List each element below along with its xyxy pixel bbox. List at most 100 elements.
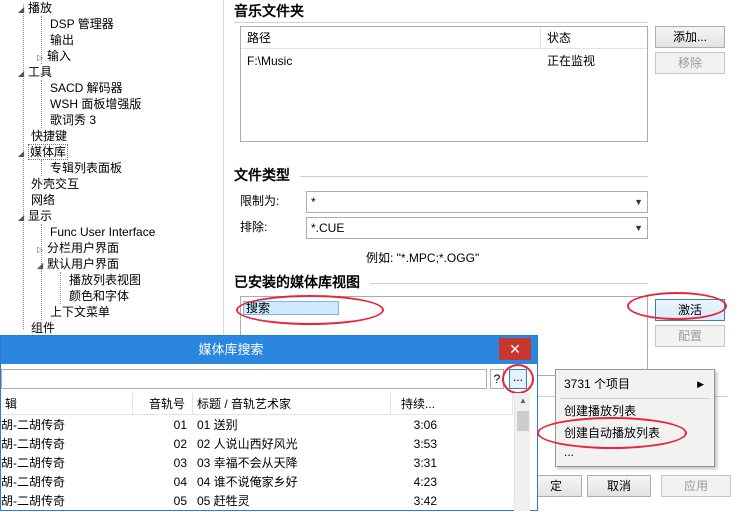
expanded-arrow-icon[interactable]: ◢ [18, 2, 28, 18]
tree-item-columns-ui[interactable]: ▷ 分栏用户界面 [37, 240, 119, 256]
scrollbar-thumb[interactable] [517, 411, 529, 431]
tree-item-default-ui[interactable]: ◢ 默认用户界面 [37, 256, 119, 272]
tree-tools-line [41, 80, 42, 128]
album-cell: 胡-二胡传奇 [1, 456, 65, 470]
add-folder-button[interactable]: 添加... [655, 26, 725, 48]
tree-item-networking[interactable]: 网络 [31, 192, 55, 208]
tree-item-shell-integration[interactable]: 外壳交互 [31, 176, 79, 192]
column-header-title-artist[interactable]: 标题 / 音轨艺术家 [193, 393, 391, 415]
search-input[interactable] [1, 369, 487, 389]
album-cell: 胡-二胡传奇 [1, 475, 65, 489]
tree-item-dsp-manager[interactable]: DSP 管理器 [50, 16, 114, 32]
results-scrollbar[interactable]: ▲ [514, 393, 530, 511]
library-search-window[interactable]: 媒体库搜索 ✕ ? ... 辑 音轨号 标题 / 音轨艺术家 持续... 胡-二… [0, 335, 538, 511]
column-header-album[interactable]: 辑 [1, 393, 133, 415]
duration-cell: 3:06 [413, 418, 437, 432]
title-cell: 04 谁不说俺家乡好 [197, 475, 298, 489]
music-folders-list[interactable]: 路径 状态 F:\Music 正在监视 [240, 26, 648, 142]
preferences-tree[interactable]: ◢ 播放 DSP 管理器 输出 ▷ 输入 ◢ 工具 SACD 解码器 WSH 面板增强… [0, 0, 224, 340]
cancel-button[interactable]: 取消 [587, 475, 651, 497]
configure-button[interactable]: 配置 [655, 325, 725, 347]
album-cell: 胡-二胡传奇 [1, 494, 65, 508]
annotation-ring-activate [627, 292, 727, 320]
column-header-path[interactable]: 路径 [241, 27, 541, 49]
tree-item-func-user-interface[interactable]: Func User Interface [50, 224, 155, 240]
column-header-status[interactable]: 状态 [541, 27, 647, 49]
tree-item-keyboard-shortcuts[interactable]: 快捷键 [31, 128, 67, 144]
table-row[interactable]: 胡-二胡传奇 04 04 谁不说俺家乡好 4:23 [1, 473, 513, 492]
folder-path: F:\Music [247, 54, 293, 68]
table-row[interactable]: 胡-二胡传奇 01 01 送别 3:06 [1, 416, 513, 435]
album-cell: 胡-二胡传奇 [1, 437, 65, 451]
column-header-duration[interactable]: 持续... [391, 393, 513, 415]
table-row[interactable]: 胡-二胡传奇 03 03 幸福不会从天降 3:31 [1, 454, 513, 473]
tree-item-output[interactable]: 输出 [50, 32, 74, 48]
search-window-titlebar[interactable]: 媒体库搜索 ✕ [1, 336, 537, 364]
expanded-arrow-icon[interactable]: ◢ [18, 66, 28, 82]
file-types-separator [300, 176, 648, 177]
exclude-combo[interactable]: *.CUE ▼ [306, 217, 648, 239]
restrict-label: 限制为: [240, 194, 280, 208]
duration-cell: 4:23 [413, 475, 437, 489]
title-cell: 05 赶牲灵 [197, 494, 250, 508]
tree-item-wsh-panel[interactable]: WSH 面板增强版 [50, 96, 141, 112]
tree-item-playback[interactable]: ◢ 播放 [18, 0, 52, 16]
folder-row[interactable]: F:\Music 正在监视 [241, 51, 647, 71]
folder-status: 正在监视 [547, 54, 596, 68]
track-cell: 01 [173, 418, 187, 432]
file-types-example: 例如: "*.MPC;*.OGG" [366, 251, 480, 265]
restrict-combo[interactable]: * ▼ [306, 191, 648, 213]
installed-views-title: 已安装的媒体库视图 [234, 274, 360, 290]
tree-item-lyrics-show[interactable]: 歌词秀 3 [50, 112, 96, 128]
tree-item-playlist-view[interactable]: 播放列表视图 [69, 272, 141, 288]
menu-item-item-count[interactable]: 3731 个项目 ▶ [556, 372, 714, 396]
tree-item-input[interactable]: ▷ 输入 [37, 48, 71, 64]
music-folders-separator [234, 22, 648, 23]
apply-button[interactable]: 应用 [661, 475, 731, 497]
tree-item-context-menu[interactable]: 上下文菜单 [50, 304, 110, 320]
close-icon[interactable]: ✕ [499, 338, 531, 360]
title-cell: 03 幸福不会从天降 [197, 456, 298, 470]
scroll-up-icon[interactable]: ▲ [515, 393, 531, 409]
chevron-down-icon[interactable]: ▼ [634, 192, 643, 212]
item-count-label: 3731 个项目 [564, 377, 631, 391]
expanded-arrow-icon[interactable]: ◢ [37, 258, 47, 274]
album-cell: 胡-二胡传奇 [1, 418, 65, 432]
tree-item-colors-fonts[interactable]: 颜色和字体 [69, 288, 129, 304]
track-cell: 04 [173, 475, 187, 489]
music-folders-title: 音乐文件夹 [234, 3, 304, 19]
annotation-ring-search-item [236, 295, 384, 325]
table-row[interactable]: 胡-二胡传奇 02 02 人说山西好风光 3:53 [1, 435, 513, 454]
table-row[interactable]: 胡-二胡传奇 05 05 赶牲灵 3:42 [1, 492, 513, 511]
restrict-value: * [311, 195, 316, 209]
annotation-ring-more-button [502, 364, 534, 394]
tree-item-tools[interactable]: ◢ 工具 [18, 64, 52, 80]
chevron-down-icon[interactable]: ▼ [634, 218, 643, 238]
tree-defaultui-line [60, 272, 61, 304]
tree-item-media-library[interactable]: ◢ 媒体库 [18, 144, 69, 162]
tree-item-album-list-panel[interactable]: 专辑列表面板 [50, 160, 122, 176]
tree-item-display[interactable]: ◢ 显示 [18, 208, 52, 224]
file-types-title: 文件类型 [234, 167, 290, 183]
tree-item-components[interactable]: 组件 [31, 320, 55, 336]
title-cell: 01 送别 [197, 418, 238, 432]
expanded-arrow-icon[interactable]: ◢ [18, 146, 28, 162]
track-cell: 05 [173, 494, 187, 508]
submenu-arrow-icon: ▶ [697, 379, 704, 389]
tree-library-line [41, 160, 42, 176]
installed-views-separator [370, 283, 648, 284]
duration-cell: 3:42 [413, 494, 437, 508]
track-cell: 03 [173, 456, 187, 470]
remove-folder-button[interactable]: 移除 [655, 52, 725, 74]
exclude-value: *.CUE [311, 221, 345, 235]
results-list[interactable]: 胡-二胡传奇 01 01 送别 3:06 胡-二胡传奇 02 02 人说山西好风… [1, 416, 513, 512]
menu-separator [560, 398, 710, 399]
track-cell: 02 [173, 437, 187, 451]
exclude-label: 排除: [240, 220, 268, 234]
annotation-ring-create-autoplaylist [537, 417, 687, 449]
expanded-arrow-icon[interactable]: ◢ [18, 210, 28, 226]
column-header-track-number[interactable]: 音轨号 [133, 393, 193, 415]
duration-cell: 3:53 [413, 437, 437, 451]
tree-item-sacd-decoder[interactable]: SACD 解码器 [50, 80, 123, 96]
search-window-title: 媒体库搜索 [198, 342, 264, 357]
